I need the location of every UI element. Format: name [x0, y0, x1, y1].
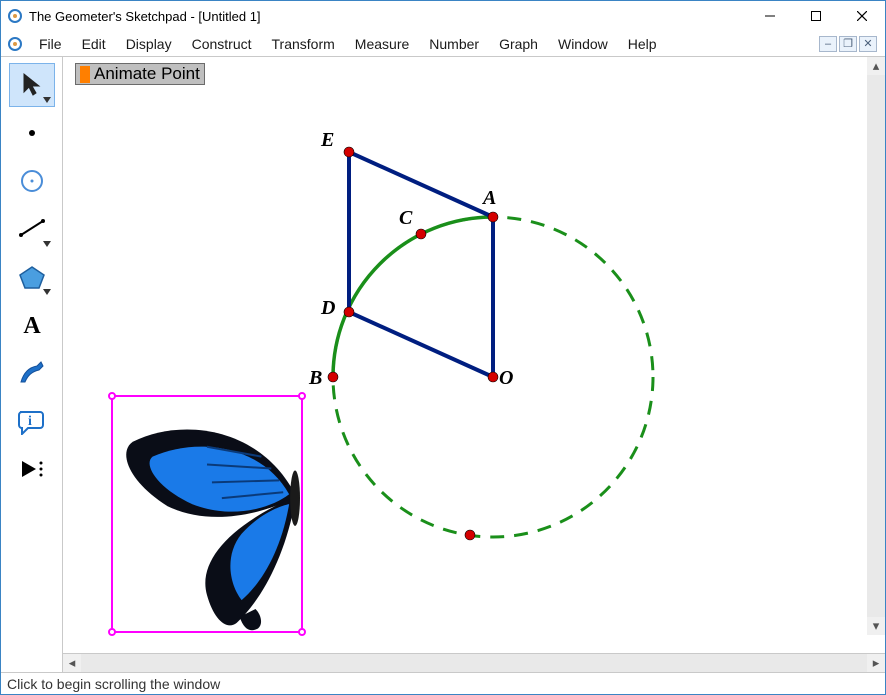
arrow-icon	[18, 71, 46, 99]
label-C[interactable]: C	[399, 207, 412, 230]
label-E[interactable]: E	[321, 129, 334, 152]
menu-help[interactable]: Help	[618, 33, 667, 55]
custom-tool-icon	[18, 457, 46, 481]
marker-icon	[17, 360, 47, 386]
menu-number[interactable]: Number	[419, 33, 489, 55]
point-D[interactable]	[344, 307, 354, 317]
menu-display[interactable]: Display	[116, 33, 182, 55]
mdi-controls: ‒ ❐ ✕	[819, 36, 881, 52]
status-bar: Click to begin scrolling the window	[1, 672, 885, 694]
image-frame[interactable]	[111, 395, 303, 633]
point-B[interactable]	[328, 372, 338, 382]
body: A i Animate Point	[1, 57, 885, 672]
mdi-restore-button[interactable]: ❐	[839, 36, 857, 52]
scroll-down-button[interactable]: ▾	[867, 617, 885, 635]
window-title: The Geometer's Sketchpad - [Untitled 1]	[29, 9, 261, 24]
h-scroll-track[interactable]	[81, 654, 867, 672]
mdi-minimize-button[interactable]: ‒	[819, 36, 837, 52]
label-D[interactable]: D	[321, 297, 335, 320]
menu-edit[interactable]: Edit	[72, 33, 116, 55]
arc-solid[interactable]	[333, 217, 493, 377]
point-O[interactable]	[488, 372, 498, 382]
scroll-right-button[interactable]: ▸	[867, 654, 885, 672]
tool-point[interactable]	[9, 111, 55, 155]
close-button[interactable]	[839, 1, 885, 31]
mdi-close-button[interactable]: ✕	[859, 36, 877, 52]
menu-construct[interactable]: Construct	[182, 33, 262, 55]
menu-transform[interactable]: Transform	[262, 33, 345, 55]
title-bar: The Geometer's Sketchpad - [Untitled 1]	[1, 1, 885, 31]
vertical-scrollbar[interactable]: ▴ ▾	[867, 57, 885, 635]
resize-handle-bl[interactable]	[108, 628, 116, 636]
text-icon: A	[18, 311, 46, 339]
maximize-button[interactable]	[793, 1, 839, 31]
tool-information[interactable]: i	[9, 399, 55, 443]
svg-text:A: A	[23, 313, 41, 339]
menu-measure[interactable]: Measure	[345, 33, 419, 55]
v-scroll-track[interactable]	[867, 75, 885, 617]
menu-graph[interactable]: Graph	[489, 33, 548, 55]
resize-handle-br[interactable]	[298, 628, 306, 636]
submenu-indicator-icon	[43, 97, 51, 103]
tool-polygon[interactable]	[9, 255, 55, 299]
tool-marker[interactable]	[9, 351, 55, 395]
resize-handle-tl[interactable]	[108, 392, 116, 400]
compass-icon	[18, 167, 46, 195]
horizontal-scrollbar[interactable]: ◂ ▸	[63, 654, 885, 672]
app-icon	[7, 8, 23, 24]
menu-bar: File Edit Display Construct Transform Me…	[1, 31, 885, 57]
segment-EA[interactable]	[349, 152, 493, 217]
label-A[interactable]: A	[483, 187, 496, 210]
window-controls	[747, 1, 885, 31]
resize-handle-tr[interactable]	[298, 392, 306, 400]
butterfly-image	[113, 397, 301, 631]
label-O[interactable]: O	[499, 367, 513, 390]
menu-file[interactable]: File	[29, 33, 72, 55]
tool-text[interactable]: A	[9, 303, 55, 347]
status-text: Click to begin scrolling the window	[7, 676, 220, 692]
tool-custom[interactable]	[9, 447, 55, 491]
point-icon	[22, 123, 42, 143]
scroll-up-button[interactable]: ▴	[867, 57, 885, 75]
tool-selection-arrow[interactable]	[9, 63, 55, 107]
point-bottom[interactable]	[465, 530, 475, 540]
toolbox: A i	[1, 57, 63, 672]
minimize-button[interactable]	[747, 1, 793, 31]
point-C[interactable]	[416, 229, 426, 239]
app-window: The Geometer's Sketchpad - [Untitled 1] …	[0, 0, 886, 695]
scroll-left-button[interactable]: ◂	[63, 654, 81, 672]
point-A[interactable]	[488, 212, 498, 222]
sketch-canvas[interactable]: Animate Point	[63, 57, 885, 654]
doc-icon	[7, 36, 23, 52]
info-icon: i	[17, 407, 47, 435]
tool-straightedge[interactable]	[9, 207, 55, 251]
tool-compass[interactable]	[9, 159, 55, 203]
canvas-area: Animate Point	[63, 57, 885, 672]
svg-text:i: i	[28, 414, 32, 429]
point-E[interactable]	[344, 147, 354, 157]
straightedge-icon	[17, 217, 47, 241]
submenu-indicator-icon	[43, 241, 51, 247]
polygon-icon	[17, 263, 47, 291]
label-B[interactable]: B	[309, 367, 322, 390]
segment-OD[interactable]	[349, 312, 493, 377]
submenu-indicator-icon	[43, 289, 51, 295]
menu-window[interactable]: Window	[548, 33, 618, 55]
